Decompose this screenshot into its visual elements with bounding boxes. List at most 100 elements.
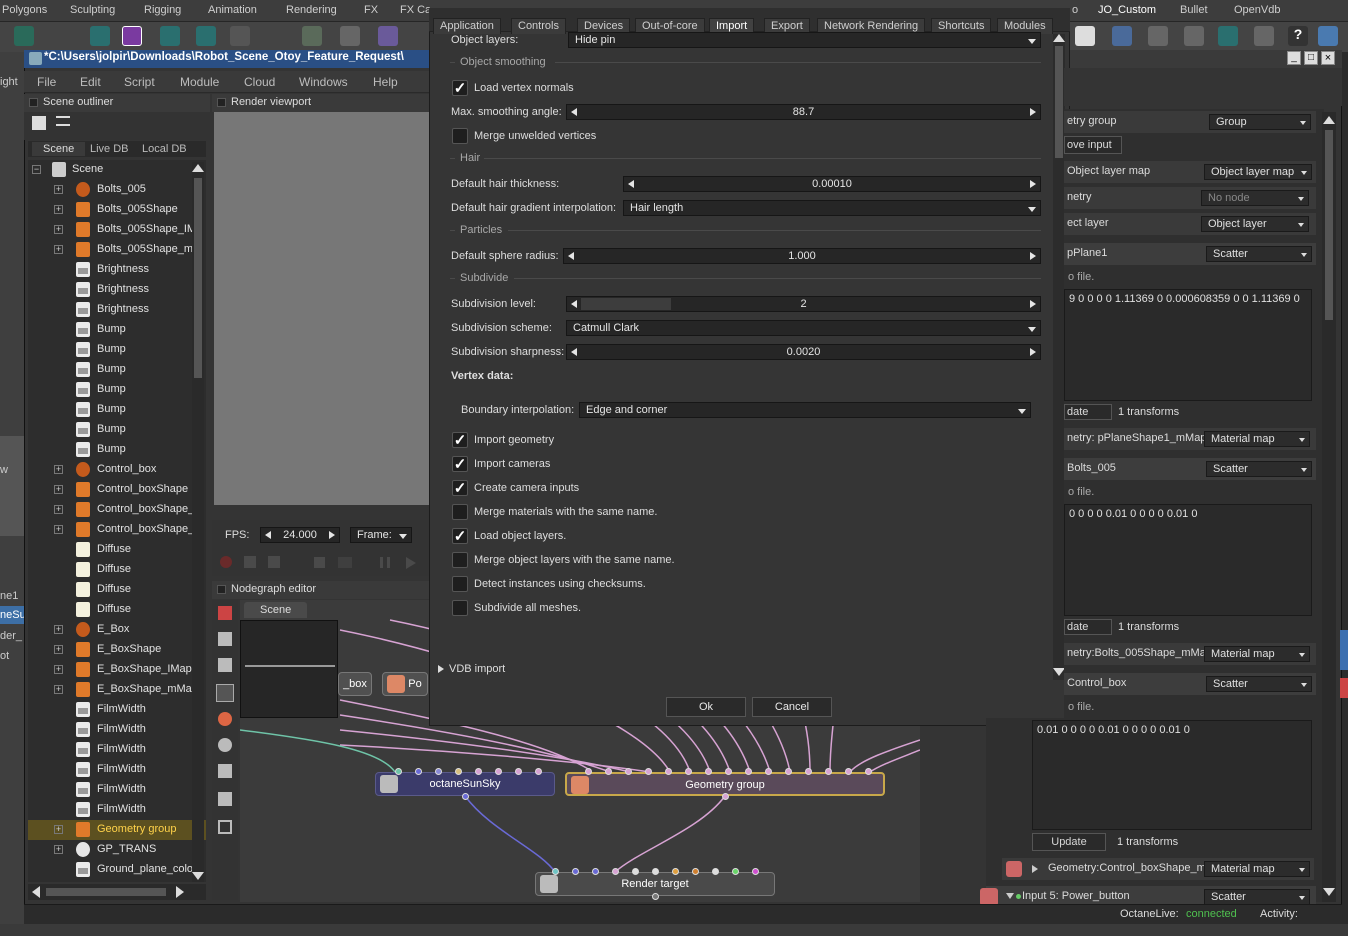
max-smoothing-slider[interactable]: 88.7 [566,104,1041,120]
shelf-octane-icon[interactable] [1218,26,1238,46]
outliner-scrollbar[interactable] [192,162,204,882]
tree-item[interactable]: + Bolts_005Shape_ml [28,240,206,260]
scroll-down-icon[interactable] [1323,888,1335,896]
shelf-icon[interactable] [14,26,34,46]
node-pin[interactable] [475,768,482,775]
import-option-checkbox[interactable]: ✓ [452,456,468,472]
pplane1-type-combo[interactable]: Scatter [1206,246,1312,262]
tab-sculpting[interactable]: Sculpting [70,4,115,16]
menu-cloud[interactable]: Cloud [244,75,275,89]
expand-toggle[interactable]: + [54,825,63,834]
expand-toggle[interactable]: + [54,625,63,634]
tree-item[interactable]: Diffuse [28,560,206,580]
menu-script[interactable]: Script [124,75,155,89]
tab-fx[interactable]: FX [364,4,378,16]
hscroll-thumb[interactable] [46,888,166,896]
table-icon[interactable] [218,820,232,834]
node-pin[interactable] [645,768,652,775]
tree-item[interactable]: Bump [28,420,206,440]
increment-icon[interactable] [1030,348,1036,356]
maximize-button[interactable]: □ [1304,51,1318,65]
update-button[interactable]: Update [1032,833,1106,851]
close-button[interactable]: × [1321,51,1335,65]
import-option-checkbox[interactable] [452,576,468,592]
tree-item[interactable]: Brightness [28,280,206,300]
outliner-tab-local-db[interactable]: Local DB [136,142,193,156]
shelf-tool-icon[interactable] [1112,26,1132,46]
viewer-icon[interactable] [216,684,234,702]
node-pin[interactable] [415,768,422,775]
hair-gradient-combo[interactable]: Hair length [623,200,1041,216]
scroll-right-icon[interactable] [176,886,184,898]
tab-rigging[interactable]: Rigging [144,4,181,16]
play-icon[interactable] [406,557,416,569]
cancel-button[interactable]: Cancel [752,697,832,717]
menu-windows[interactable]: Windows [299,75,348,89]
object-layer-map-combo[interactable]: Object layer map [1204,164,1312,180]
tab-bullet[interactable]: Bullet [1180,4,1208,16]
node-pin[interactable] [652,868,659,875]
tree-item[interactable]: + E_Box [28,620,206,640]
refresh-icon[interactable] [218,738,232,752]
shelf-octane-icon[interactable] [122,26,142,46]
expand-toggle[interactable]: + [54,525,63,534]
node-pin[interactable] [612,868,619,875]
node-pin[interactable] [605,768,612,775]
shelf-octane-icon[interactable] [196,26,216,46]
texture-icon[interactable] [218,792,232,806]
expand-toggle[interactable]: + [54,185,63,194]
mesh-icon[interactable] [218,764,232,778]
import-option-checkbox[interactable]: ✓ [452,528,468,544]
fps-slider[interactable]: 24.000 [260,527,340,543]
subdiv-scheme-combo[interactable]: Catmull Clark [566,320,1041,336]
tree-item[interactable]: Bump [28,400,206,420]
import-option-checkbox[interactable]: ✓ [452,480,468,496]
geometry-combo[interactable]: No node [1201,190,1309,206]
subdiv-level-slider[interactable]: 2 [566,296,1041,312]
tab-polygons[interactable]: Polygons [2,4,47,16]
boundary-combo[interactable]: Edge and corner [579,402,1031,418]
inspector-scroll-thumb[interactable] [1325,130,1333,320]
tree-item[interactable]: Diffuse [28,540,206,560]
outliner-tab-live-db[interactable]: Live DB [84,142,135,156]
menu-file[interactable]: File [37,75,56,89]
tree-item[interactable]: + Control_box [28,460,206,480]
node-pin[interactable] [785,768,792,775]
node-pin[interactable] [515,768,522,775]
node-pin[interactable] [632,868,639,875]
node-pin[interactable] [865,768,872,775]
grid-icon[interactable] [218,658,232,672]
expand-toggle[interactable]: + [54,505,63,514]
tree-item[interactable]: FilmWidth [28,740,206,760]
node-pin[interactable] [535,768,542,775]
node-pin[interactable] [435,768,442,775]
scroll-left-icon[interactable] [32,886,40,898]
node-pin[interactable] [462,793,469,800]
node-pin[interactable] [805,768,812,775]
menu-help[interactable]: Help [373,75,398,89]
frame-combo[interactable]: Frame: [350,527,412,543]
shelf-octane-icon[interactable] [160,26,180,46]
tree-root[interactable]: − Scene [28,160,206,180]
collapse-arrow-icon[interactable] [1006,893,1014,899]
node-pin[interactable] [665,768,672,775]
node-pin[interactable] [825,768,832,775]
merge-unwelded-checkbox[interactable] [452,128,468,144]
shelf-camera-icon[interactable] [230,26,250,46]
node-pin[interactable] [652,893,659,900]
node-pin[interactable] [395,768,402,775]
outliner-tab-scene[interactable]: Scene [32,142,86,156]
node-pin[interactable] [572,868,579,875]
shelf-grid-icon[interactable] [302,26,322,46]
bolts005-transform-data[interactable]: 0 0 0 0 0.01 0 0 0 0 0.01 0 [1064,504,1312,616]
node-pin[interactable] [592,868,599,875]
node-pin[interactable] [845,768,852,775]
input5-combo[interactable]: Scatter [1204,889,1310,905]
tree-item[interactable]: + Bolts_005Shape [28,200,206,220]
decrement-icon[interactable] [568,252,574,260]
increment-icon[interactable] [1030,300,1036,308]
node-box[interactable]: _box [338,672,372,696]
shelf-help-icon[interactable]: ? [1288,26,1308,46]
rewind-icon[interactable] [338,557,352,568]
shelf-python-icon[interactable] [1254,26,1274,46]
